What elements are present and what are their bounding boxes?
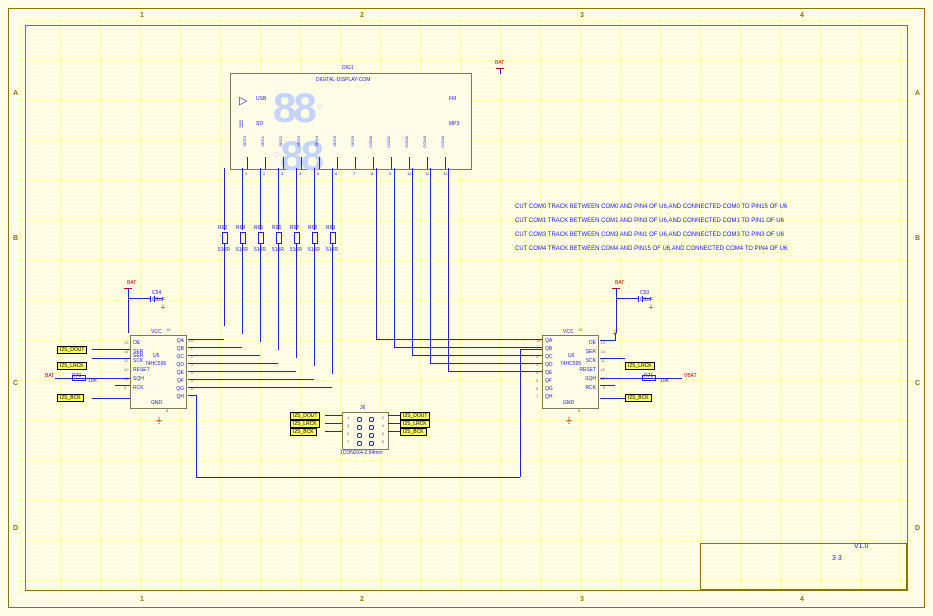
net-i2s-bck-u5: I2S_BCK <box>57 394 84 402</box>
row-c-l: C <box>13 380 18 387</box>
sd-label: SD <box>256 121 263 127</box>
col-2-top: 2 <box>360 12 364 19</box>
vbat-u6: VBAT <box>684 373 697 379</box>
sheet-num: 3 3 <box>832 555 842 562</box>
note-2: CUT COM3 TRACK BETWEEN COM3 AND PIN1 OF … <box>515 232 784 238</box>
resistor-R68 <box>310 230 318 244</box>
resistor-R66 <box>274 230 282 244</box>
j6-l2: I2S_LRCK <box>290 420 320 428</box>
display-dig1: DIGITAL-DISPLAY-COM ▷ || USB SD FM MP3 8… <box>230 73 472 170</box>
version: V1.0 <box>854 543 868 550</box>
col-4-bot: 4 <box>800 596 804 603</box>
net-i2s-dout-u5: I2S_DOUT <box>57 346 87 354</box>
row-d-l: D <box>13 525 18 532</box>
u6-part: 74HC595 <box>560 361 581 367</box>
bat-label-d: BAT <box>495 60 504 66</box>
row-a-r: A <box>915 90 920 97</box>
ic-u6: U6 74HC595 document.write((()=>{const d=… <box>542 335 599 409</box>
play-icon: ▷ <box>239 94 247 107</box>
j6-r2: I2S_LRCK <box>400 420 430 428</box>
row-d-r: D <box>915 525 920 532</box>
usb-label: USB <box>256 96 266 102</box>
row-a-l: A <box>13 90 18 97</box>
resistor-R67 <box>292 230 300 244</box>
net-i2s-lrck-u6: I2S_LRCK <box>625 362 655 370</box>
j6-l1: I2S_DOUT <box>290 412 320 420</box>
j6-l3: I2S_BCK <box>290 428 317 436</box>
col-4-top: 4 <box>800 12 804 19</box>
mp3-label: MP3 <box>449 121 459 127</box>
row-b-r: B <box>915 235 920 242</box>
u5-ref: U5 <box>153 353 159 359</box>
u6-ref: U6 <box>568 353 574 359</box>
resistor-R65 <box>256 230 264 244</box>
note-1: CUT COM1 TRACK BETWEEN COM1 AND PIN3 OF … <box>515 218 784 224</box>
dig1-ref: DIG1 <box>342 65 354 71</box>
connector-j6: document.write((()=>{const d=JSON.parse(… <box>342 412 389 450</box>
resistor-R63 <box>220 230 228 244</box>
bat-u5: BAT <box>45 373 54 379</box>
note-0: CUT COM0 TRACK BETWEEN COM0 AND PIN4 OF … <box>515 204 787 210</box>
resistor-R69 <box>328 230 336 244</box>
title-block <box>700 543 907 590</box>
dig1-part: DIGITAL-DISPLAY-COM <box>316 77 370 83</box>
col-3-bot: 3 <box>580 596 584 603</box>
ic-u5: U5 74HC595 SER document.write((()=>{cons… <box>130 335 187 409</box>
pause-icon: || <box>239 119 243 128</box>
fm-label: FM <box>449 96 456 102</box>
j6-r1: I2S_DOUT <box>400 412 430 420</box>
col-2-bot: 2 <box>360 596 364 603</box>
j6-r3: I2S_BCK <box>400 428 427 436</box>
schematic-canvas: // grid document.write((()=>{let s='';fo… <box>0 0 933 616</box>
col-1-bot: 1 <box>140 596 144 603</box>
note-3: CUT COM4 TRACK BETWEEN COM4 AND PIN15 OF… <box>515 246 787 252</box>
digit: 88○○88 <box>273 84 321 180</box>
net-i2s-lrck-u5: I2S_LRCK <box>57 362 87 370</box>
col-3-top: 3 <box>580 12 584 19</box>
resistor-R64 <box>238 230 246 244</box>
row-c-r: C <box>915 380 920 387</box>
row-b-l: B <box>13 235 18 242</box>
j6-ref: J6 <box>360 405 365 411</box>
bat-c54: BAT <box>127 280 136 286</box>
col-1-top: 1 <box>140 12 144 19</box>
j6-part: 1CON2X4-2.54mm <box>340 450 383 456</box>
net-i2s-bck-u6: I2S_BCK <box>625 394 652 402</box>
bat-c53: BAT <box>615 280 624 286</box>
